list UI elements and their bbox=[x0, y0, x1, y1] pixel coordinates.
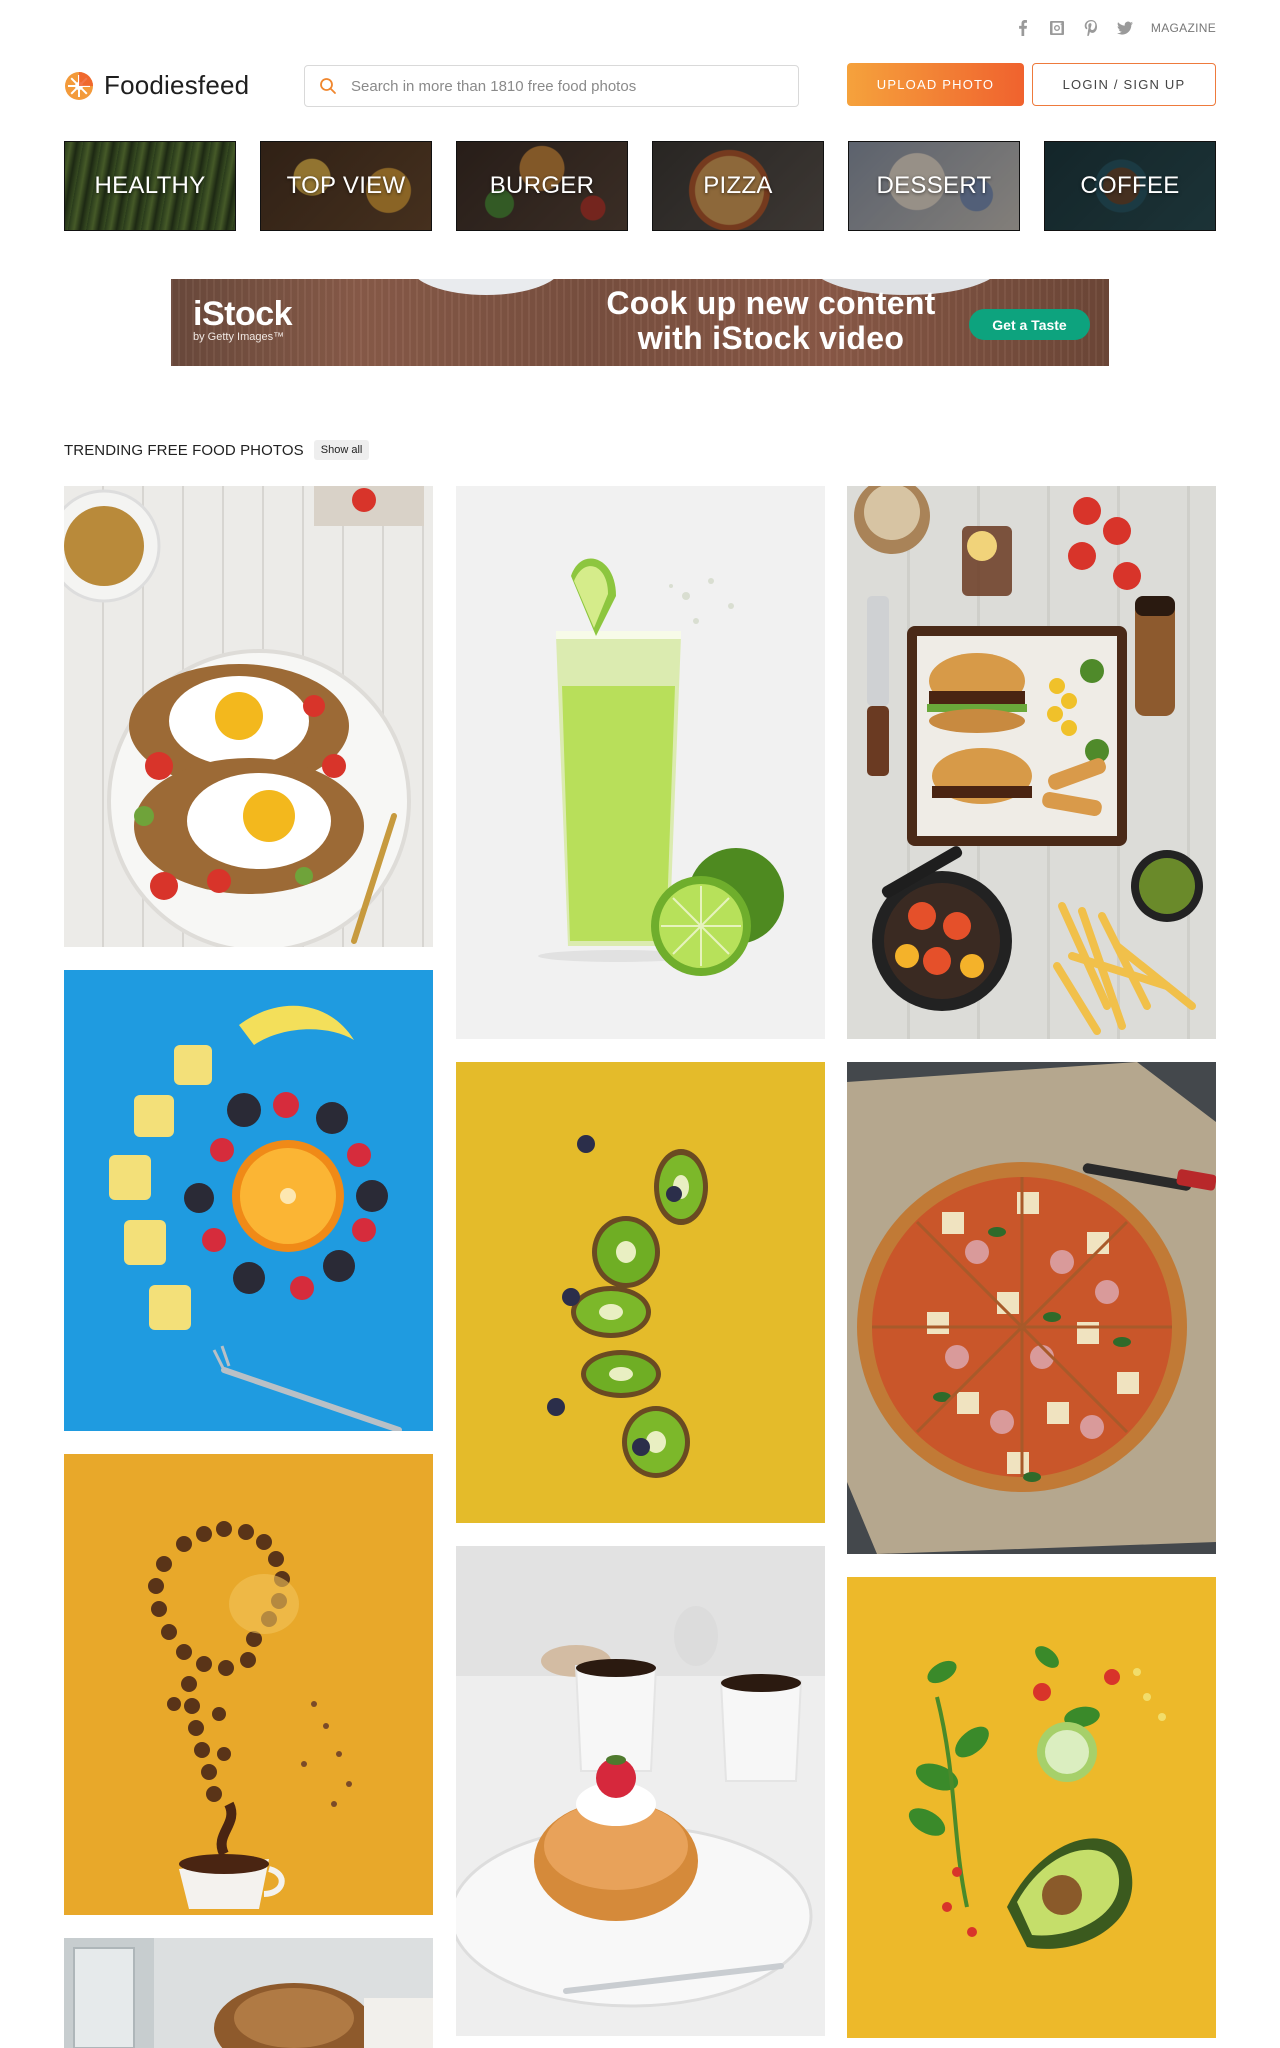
trending-header: TRENDING FREE FOOD PHOTOS Show all bbox=[64, 440, 370, 460]
ad-brand-name: iStock bbox=[193, 295, 293, 333]
category-label: PIZZA bbox=[703, 172, 773, 199]
ad-cta-button[interactable]: Get a Taste bbox=[969, 309, 1090, 340]
pinterest-icon[interactable] bbox=[1083, 20, 1099, 36]
upload-photo-button[interactable]: UPLOAD PHOTO bbox=[847, 63, 1024, 106]
ad-brand-logo: iStock by Getty Images™ bbox=[193, 295, 293, 343]
floating-avocado-salad-photo[interactable] bbox=[847, 1577, 1216, 2038]
ad-headline: Cook up new content with iStock video bbox=[571, 286, 971, 356]
magazine-link[interactable]: MAGAZINE bbox=[1151, 21, 1216, 35]
ad-headline-line1: Cook up new content bbox=[606, 285, 936, 321]
category-burger[interactable]: BURGER bbox=[456, 141, 628, 231]
ad-headline-line2: with iStock video bbox=[637, 320, 905, 356]
category-label: DESSERT bbox=[876, 172, 992, 199]
logo-icon bbox=[65, 71, 93, 100]
category-dessert[interactable]: DESSERT bbox=[848, 141, 1020, 231]
site-logo[interactable]: Foodiesfeed bbox=[64, 70, 249, 101]
facebook-icon[interactable] bbox=[1015, 20, 1031, 36]
istock-ad-banner[interactable]: iStock by Getty Images™ Cook up new cont… bbox=[171, 279, 1109, 366]
floating-kiwi-slices-photo[interactable] bbox=[456, 1062, 825, 1523]
category-coffee[interactable]: COFFEE bbox=[1044, 141, 1216, 231]
social-row: MAGAZINE bbox=[1015, 18, 1216, 38]
category-label: COFFEE bbox=[1080, 172, 1180, 199]
category-label: HEALTHY bbox=[94, 172, 206, 199]
trending-title: TRENDING FREE FOOD PHOTOS bbox=[64, 441, 304, 459]
logo-text: Foodiesfeed bbox=[104, 70, 250, 100]
instagram-icon[interactable] bbox=[1049, 20, 1065, 36]
pastry-glasses-photo[interactable] bbox=[64, 1938, 433, 2048]
category-pizza[interactable]: PIZZA bbox=[652, 141, 824, 231]
category-top-view[interactable]: TOP VIEW bbox=[260, 141, 432, 231]
donut-coffee-cups-photo[interactable] bbox=[456, 1546, 825, 2036]
twitter-icon[interactable] bbox=[1116, 20, 1133, 36]
category-label: BURGER bbox=[489, 172, 595, 199]
category-label: TOP VIEW bbox=[286, 172, 406, 199]
category-bar: HEALTHY TOP VIEW BURGER PIZZA DESSERT CO… bbox=[64, 141, 1216, 231]
category-healthy[interactable]: HEALTHY bbox=[64, 141, 236, 231]
search-input[interactable] bbox=[351, 77, 791, 95]
search-icon bbox=[320, 78, 336, 94]
show-all-button[interactable]: Show all bbox=[313, 440, 370, 460]
coffee-bean-splash-photo[interactable] bbox=[64, 1454, 433, 1915]
burger-fries-tray-photo[interactable] bbox=[847, 486, 1216, 1039]
eggs-avocado-toast-photo[interactable] bbox=[64, 486, 433, 947]
fruit-spiral-blue-photo[interactable] bbox=[64, 970, 433, 1431]
ad-brand-sub: by Getty Images™ bbox=[193, 331, 285, 343]
green-juice-lime-photo[interactable] bbox=[456, 486, 825, 1039]
search-box bbox=[304, 65, 799, 107]
pineapple-ham-pizza-photo[interactable] bbox=[847, 1062, 1216, 1554]
login-signup-button[interactable]: LOGIN / SIGN UP bbox=[1032, 63, 1216, 106]
